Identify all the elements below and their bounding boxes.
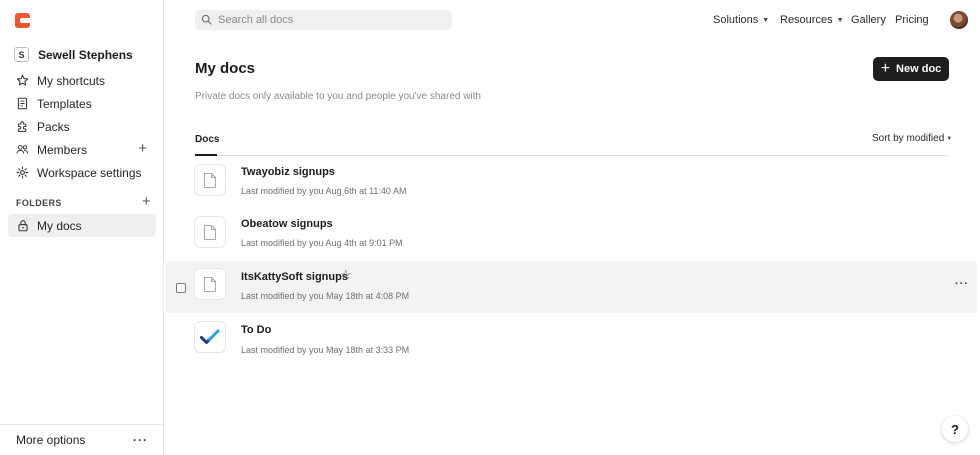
doc-modified: Last modified by you May 18th at 4:08 PM: [241, 291, 410, 301]
doc-row[interactable]: ItsKattySoft signups ☆ Last modified by …: [166, 261, 977, 313]
add-folder-button[interactable]: +: [142, 193, 151, 210]
tab-active-indicator: [195, 154, 217, 156]
doc-icon: [194, 268, 226, 300]
tab-docs[interactable]: Docs: [195, 134, 219, 145]
doc-modified: Last modified by you May 18th at 3:33 PM: [241, 345, 410, 355]
sidebar-item-label: Packs: [37, 119, 70, 134]
help-button[interactable]: ?: [942, 416, 968, 442]
templates-icon: [16, 97, 29, 110]
workspace-name: Sewell Stephens: [38, 47, 133, 62]
more-options-dots-icon[interactable]: ···: [133, 433, 148, 447]
more-options[interactable]: More options ···: [0, 424, 164, 455]
workspace-switcher[interactable]: S Sewell Stephens: [14, 47, 133, 62]
doc-icon: [194, 164, 226, 196]
doc-title[interactable]: Obeatow signups: [241, 218, 333, 230]
doc-row[interactable]: To Do Last modified by you May 18th at 3…: [166, 316, 977, 368]
sidebar-item-label: Members: [37, 142, 88, 157]
search-input[interactable]: [218, 14, 438, 26]
user-avatar[interactable]: [950, 11, 968, 29]
search-bar[interactable]: [195, 10, 452, 30]
folders-header: FOLDERS +: [16, 193, 151, 210]
sort-dropdown[interactable]: Sort by modified ▼: [872, 133, 952, 144]
members-icon: [16, 143, 29, 156]
sidebar-item-members[interactable]: Members +: [8, 138, 156, 161]
star-icon[interactable]: ☆: [340, 267, 352, 283]
nav-resources[interactable]: Resources ▼: [780, 14, 844, 26]
sort-label: Sort by modified: [872, 133, 945, 144]
folders-header-label: FOLDERS: [16, 198, 62, 208]
sidebar-item-label: My docs: [37, 218, 82, 233]
doc-title[interactable]: Twayobiz signups: [241, 166, 335, 178]
nav-solutions-label: Solutions: [713, 14, 759, 26]
sidebar-item-my-shortcuts[interactable]: My shortcuts: [8, 69, 156, 92]
doc-row[interactable]: Twayobiz signups Last modified by you Au…: [166, 159, 977, 211]
doc-title[interactable]: To Do: [241, 324, 271, 336]
workspace-avatar: S: [14, 47, 29, 62]
doc-modified: Last modified by you Aug 6th at 11:40 AM: [241, 186, 407, 196]
nav-resources-label: Resources: [780, 14, 833, 26]
nav-solutions[interactable]: Solutions ▼: [713, 14, 769, 26]
coda-logo[interactable]: [15, 13, 30, 28]
sidebar: S Sewell Stephens My shortcuts Templates…: [0, 0, 164, 455]
tab-divider: [195, 155, 949, 156]
lock-icon: [16, 219, 29, 232]
puzzle-icon: [16, 120, 29, 133]
sidebar-item-packs[interactable]: Packs: [8, 115, 156, 138]
row-more-icon[interactable]: ···: [955, 278, 969, 290]
sidebar-item-label: Templates: [37, 96, 92, 111]
page-title: My docs: [195, 60, 256, 77]
checkmark-icon: [194, 321, 226, 353]
doc-modified: Last modified by you Aug 4th at 9:01 PM: [241, 238, 403, 248]
sidebar-item-templates[interactable]: Templates: [8, 92, 156, 115]
doc-icon: [194, 216, 226, 248]
sidebar-item-workspace-settings[interactable]: Workspace settings: [8, 161, 156, 184]
add-member-button[interactable]: +: [138, 141, 147, 156]
nav-gallery[interactable]: Gallery: [851, 14, 886, 26]
star-icon: [16, 74, 29, 87]
sidebar-item-my-docs[interactable]: My docs: [8, 214, 156, 237]
page-subtitle: Private docs only available to you and p…: [195, 91, 481, 102]
plus-icon: +: [880, 60, 891, 77]
sidebar-item-label: My shortcuts: [37, 73, 106, 88]
more-options-label: More options: [16, 433, 86, 447]
caret-down-icon: ▼: [762, 17, 770, 24]
caret-down-icon: ▼: [946, 136, 953, 142]
search-icon: [201, 13, 212, 28]
gear-icon: [16, 166, 29, 179]
caret-down-icon: ▼: [836, 17, 844, 24]
nav-pricing[interactable]: Pricing: [895, 14, 929, 26]
row-checkbox[interactable]: [176, 283, 186, 293]
new-doc-button[interactable]: + New doc: [873, 57, 949, 81]
sidebar-item-label: Workspace settings: [37, 165, 142, 180]
doc-row[interactable]: Obeatow signups Last modified by you Aug…: [166, 211, 977, 263]
new-doc-label: New doc: [896, 63, 942, 75]
doc-title[interactable]: ItsKattySoft signups: [241, 271, 348, 283]
